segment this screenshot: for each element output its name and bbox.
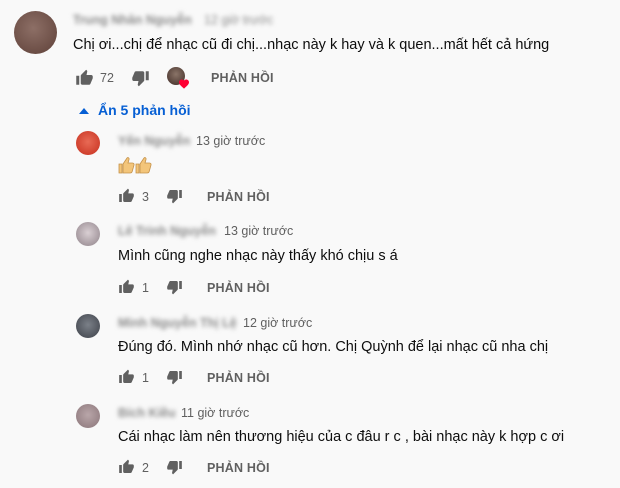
reply-button[interactable]: PHẢN HỒI	[207, 281, 270, 295]
reply-author[interactable]: Bích Kiều	[118, 406, 176, 420]
reply-button[interactable]: PHẢN HỒI	[207, 461, 270, 475]
hide-replies-label: Ẩn 5 phản hồi	[98, 102, 191, 118]
reply-button[interactable]: PHẢN HỒI	[211, 71, 274, 85]
like-count: 1	[142, 371, 149, 385]
reply-time[interactable]: 13 giờ trước	[196, 134, 265, 148]
like-count: 1	[142, 281, 149, 295]
like-count: 2	[142, 461, 149, 475]
reply-button[interactable]: PHẢN HỒI	[207, 371, 270, 385]
reply-text: Cái nhạc làm nên thương hiệu của c đâu r…	[118, 429, 565, 445]
comment-text: Chị ơi...chị để nhạc cũ đi chị...nhạc nà…	[73, 37, 550, 53]
reply-author[interactable]: Minh Nguyễn Thị Lệ	[118, 316, 237, 330]
reply-text: Mình cũng nghe nhạc này thấy khó chịu s …	[118, 248, 398, 264]
dislike-icon[interactable]	[166, 459, 183, 475]
comment-time[interactable]: 12 giờ trước	[204, 13, 273, 27]
avatar[interactable]	[76, 404, 100, 428]
like-icon[interactable]	[118, 279, 135, 295]
chevron-up-icon	[78, 106, 90, 116]
reply-author[interactable]: Lê Trinh Nguyễn	[118, 224, 216, 238]
reply-time[interactable]: 11 giờ trước	[181, 406, 249, 420]
thumbs-emoji-icon	[118, 156, 152, 174]
reply-time[interactable]: 12 giờ trước	[243, 316, 312, 330]
dislike-icon[interactable]	[166, 279, 183, 295]
like-count: 3	[142, 190, 149, 204]
like-icon[interactable]	[75, 69, 94, 87]
avatar[interactable]	[76, 314, 100, 338]
reply-author[interactable]: Yến Nguyễn	[118, 134, 190, 148]
like-icon[interactable]	[118, 188, 135, 204]
like-count: 72	[100, 71, 114, 85]
heart-icon	[178, 78, 190, 89]
like-icon[interactable]	[118, 369, 135, 385]
avatar[interactable]	[14, 11, 57, 54]
reply-time[interactable]: 13 giờ trước	[224, 224, 293, 238]
dislike-icon[interactable]	[166, 188, 183, 204]
reply-text: Đúng đó. Mình nhớ nhạc cũ hơn. Chị Quỳnh…	[118, 339, 549, 355]
dislike-icon[interactable]	[131, 69, 150, 87]
comment-author[interactable]: Trung Nhân Nguyễn	[73, 13, 192, 27]
avatar[interactable]	[76, 131, 100, 155]
dislike-icon[interactable]	[166, 369, 183, 385]
reply-button[interactable]: PHẢN HỒI	[207, 190, 270, 204]
like-icon[interactable]	[118, 459, 135, 475]
avatar[interactable]	[76, 222, 100, 246]
